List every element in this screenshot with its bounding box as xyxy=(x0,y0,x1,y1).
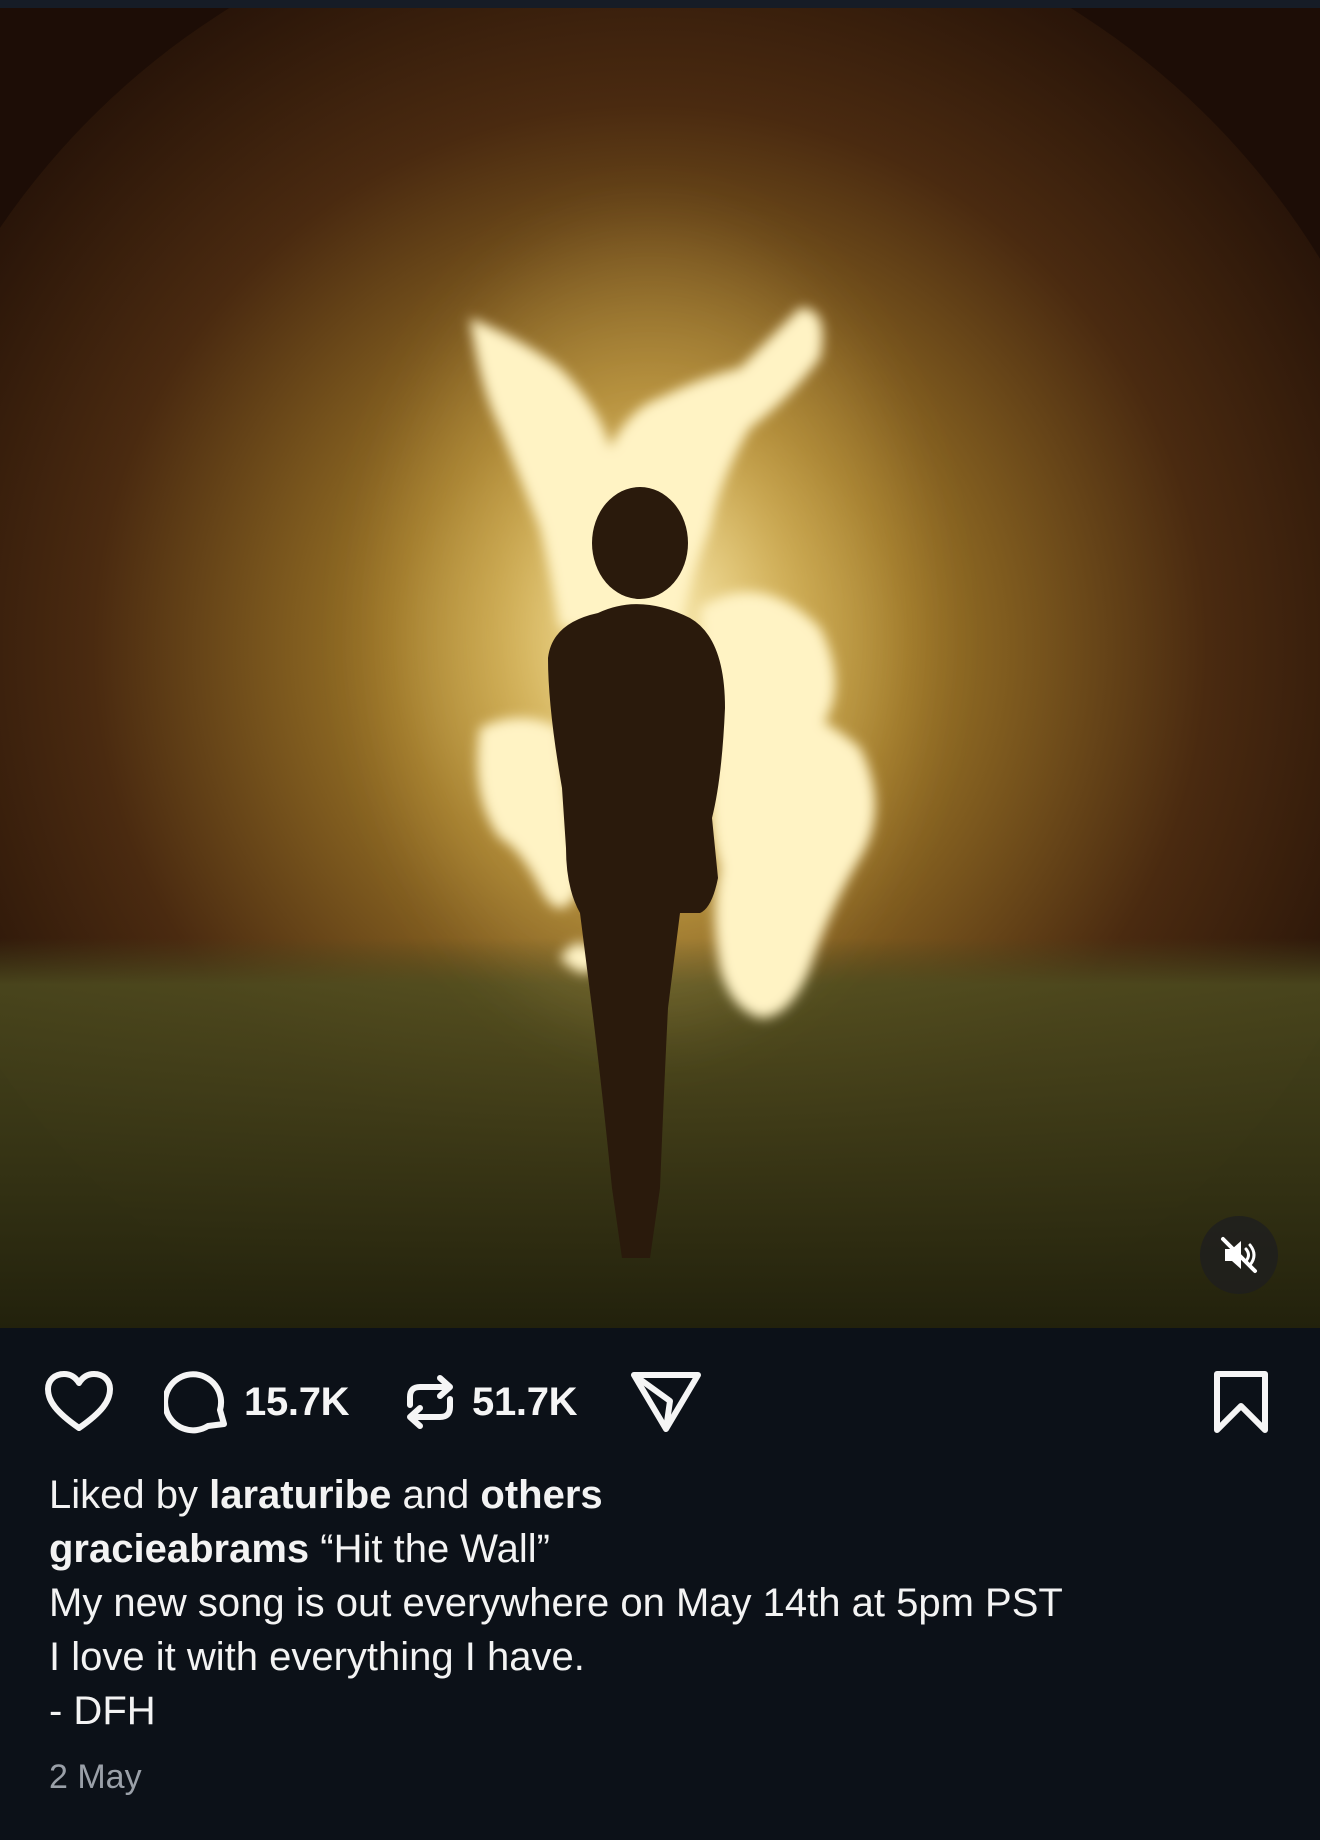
bookmark-icon xyxy=(1214,1371,1268,1433)
comment-bubble-icon xyxy=(164,1371,227,1434)
post-date: 2 May xyxy=(49,1758,142,1796)
post-actions: 15.7K 51.7K xyxy=(0,1360,1320,1444)
caption-username-link[interactable]: gracieabrams xyxy=(49,1527,309,1571)
caption-line: I love it with everything I have. xyxy=(49,1635,585,1679)
status-bar-edge xyxy=(0,0,1320,8)
repost-button[interactable]: 51.7K xyxy=(400,1360,578,1444)
save-button[interactable] xyxy=(1212,1360,1270,1444)
liked-by-username-link[interactable]: laraturibe xyxy=(209,1473,391,1517)
liked-by-conjunction: and xyxy=(402,1473,470,1517)
mute-toggle-button[interactable] xyxy=(1200,1216,1278,1294)
caption-title-line: gracieabrams “Hit the Wall” xyxy=(49,1522,1279,1576)
liked-by-prefix: Liked by xyxy=(49,1473,198,1517)
post-video[interactable] xyxy=(0,8,1320,1328)
liked-by-line: Liked by laraturibe and others xyxy=(49,1468,1279,1522)
repost-count: 51.7K xyxy=(472,1379,578,1424)
comment-count: 15.7K xyxy=(244,1379,350,1424)
like-button[interactable] xyxy=(44,1360,114,1444)
comment-button[interactable]: 15.7K xyxy=(164,1360,350,1444)
share-button[interactable] xyxy=(630,1360,702,1444)
paper-plane-icon xyxy=(631,1372,701,1432)
liked-by-others-link[interactable]: others xyxy=(480,1473,602,1517)
caption-title: “Hit the Wall” xyxy=(309,1527,550,1571)
post-caption: Liked by laraturibe and others gracieabr… xyxy=(49,1468,1279,1738)
video-frame xyxy=(0,8,1320,1328)
caption-line: - DFH xyxy=(49,1689,156,1733)
heart-icon xyxy=(45,1371,113,1431)
caption-line: My new song is out everywhere on May 14t… xyxy=(49,1581,1063,1625)
speaker-muted-icon xyxy=(1221,1237,1257,1273)
repost-icon xyxy=(407,1375,453,1429)
